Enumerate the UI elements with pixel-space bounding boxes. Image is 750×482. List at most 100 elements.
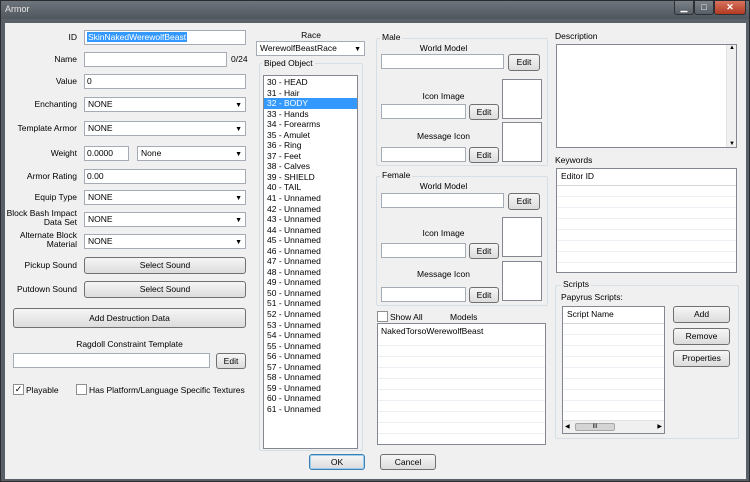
scroll-left-icon[interactable]: ◀	[565, 423, 570, 430]
biped-object-item[interactable]: 52 - Unnamed	[264, 309, 357, 320]
male-icon-image-field[interactable]	[381, 104, 466, 119]
equip-type-dropdown[interactable]: NONE ▼	[84, 190, 246, 205]
female-icon-image-edit-button[interactable]: Edit	[469, 243, 499, 259]
biped-object-item[interactable]: 41 - Unnamed	[264, 193, 357, 204]
ragdoll-edit-button[interactable]: Edit	[216, 353, 246, 369]
weight-type-dropdown[interactable]: None ▼	[137, 146, 246, 161]
biped-object-item[interactable]: 44 - Unnamed	[264, 225, 357, 236]
models-list-item[interactable]: NakedTorsoWerewolfBeast	[378, 324, 545, 338]
male-icon-image-edit-button[interactable]: Edit	[469, 104, 499, 120]
biped-object-item[interactable]: 51 - Unnamed	[264, 298, 357, 309]
minimize-button[interactable]: ▁	[674, 1, 694, 15]
enchanting-label: Enchanting	[34, 99, 77, 109]
keywords-column-header[interactable]: Editor ID	[557, 169, 736, 186]
equip-type-label: Equip Type	[34, 192, 77, 202]
biped-object-item[interactable]: 34 - Forearms	[264, 119, 357, 130]
script-properties-button[interactable]: Properties	[673, 350, 730, 367]
dropdown-arrow-icon: ▼	[235, 151, 242, 158]
biped-object-item[interactable]: 38 - Calves	[264, 161, 357, 172]
biped-object-item[interactable]: 39 - SHIELD	[264, 172, 357, 183]
biped-object-item[interactable]: 31 - Hair	[264, 88, 357, 99]
biped-object-item[interactable]: 60 - Unnamed	[264, 393, 357, 404]
enchanting-dropdown[interactable]: NONE ▼	[84, 97, 246, 112]
race-dropdown[interactable]: WerewolfBeastRace ▼	[256, 41, 365, 56]
biped-object-item[interactable]: 32 - BODY	[264, 98, 357, 109]
add-destruction-data-button[interactable]: Add Destruction Data	[13, 308, 246, 328]
biped-object-item[interactable]: 40 - TAIL	[264, 182, 357, 193]
models-list[interactable]: NakedTorsoWerewolfBeast	[377, 323, 546, 445]
script-name-column-header[interactable]: Script Name	[563, 307, 664, 324]
female-message-icon-field[interactable]	[381, 287, 466, 302]
biped-object-list[interactable]: 30 - HEAD 31 - Hair 32 - BODY 33 - Hands 34 …	[263, 75, 358, 449]
biped-object-item[interactable]: 50 - Unnamed	[264, 288, 357, 299]
platform-textures-checkbox[interactable]	[76, 384, 87, 395]
male-group-title: Male	[380, 32, 403, 42]
biped-object-item[interactable]: 42 - Unnamed	[264, 204, 357, 215]
male-message-icon-edit-button[interactable]: Edit	[469, 147, 499, 163]
name-field[interactable]	[84, 52, 227, 67]
scroll-right-icon[interactable]: ▶	[657, 423, 662, 430]
male-world-model-label: World Model	[419, 43, 468, 53]
armor-rating-field[interactable]: 0.00	[84, 169, 246, 184]
putdown-sound-button[interactable]: Select Sound	[84, 281, 246, 298]
male-world-model-edit-button[interactable]: Edit	[508, 54, 540, 71]
scroll-thumb[interactable]: III	[575, 423, 615, 431]
cancel-button[interactable]: Cancel	[380, 454, 436, 470]
biped-object-item[interactable]: 55 - Unnamed	[264, 341, 357, 352]
description-label: Description	[555, 31, 598, 41]
template-armor-dropdown[interactable]: NONE ▼	[84, 121, 246, 136]
pickup-sound-button[interactable]: Select Sound	[84, 257, 246, 274]
block-bash-label: Block Bash Impact Data Set	[6, 208, 77, 227]
biped-object-item[interactable]: 36 - Ring	[264, 140, 357, 151]
biped-object-item[interactable]: 49 - Unnamed	[264, 277, 357, 288]
female-world-model-label: World Model	[419, 181, 468, 191]
male-message-icon-field[interactable]	[381, 147, 466, 162]
biped-object-item[interactable]: 54 - Unnamed	[264, 330, 357, 341]
name-label: Name	[54, 54, 77, 64]
female-icon-image-field[interactable]	[381, 243, 466, 258]
block-bash-dropdown[interactable]: NONE ▼	[84, 212, 246, 227]
scroll-down-icon[interactable]: ▼	[729, 141, 735, 147]
biped-object-item[interactable]: 43 - Unnamed	[264, 214, 357, 225]
biped-object-item[interactable]: 46 - Unnamed	[264, 246, 357, 257]
biped-object-item[interactable]: 37 - Feet	[264, 151, 357, 162]
ok-button[interactable]: OK	[309, 454, 365, 470]
scroll-up-icon[interactable]: ▲	[729, 45, 735, 51]
alternate-block-dropdown[interactable]: NONE ▼	[84, 234, 246, 249]
biped-object-item[interactable]: 57 - Unnamed	[264, 362, 357, 373]
biped-object-item[interactable]: 47 - Unnamed	[264, 256, 357, 267]
biped-object-item[interactable]: 45 - Unnamed	[264, 235, 357, 246]
description-scrollbar[interactable]: ▲ ▼	[726, 45, 736, 147]
horizontal-scrollbar[interactable]: ◀ III ▶	[563, 420, 664, 433]
maximize-button[interactable]: □	[694, 1, 714, 15]
biped-object-item[interactable]: 59 - Unnamed	[264, 383, 357, 394]
value-field[interactable]: 0	[84, 74, 246, 89]
playable-checkbox[interactable]: ✓	[13, 384, 24, 395]
biped-object-item[interactable]: 30 - HEAD	[264, 77, 357, 88]
biped-object-item[interactable]: 58 - Unnamed	[264, 372, 357, 383]
dialog-client: ID SkinNakedWerewolfBeast Name 0/24 Valu…	[5, 23, 746, 479]
weight-field[interactable]: 0.0000	[84, 146, 129, 161]
biped-object-item[interactable]: 33 - Hands	[264, 109, 357, 120]
add-script-button[interactable]: Add	[673, 306, 730, 323]
female-world-model-edit-button[interactable]: Edit	[508, 193, 540, 210]
papyrus-scripts-list[interactable]: Script Name ◀ III ▶	[562, 306, 665, 434]
biped-object-item[interactable]: 48 - Unnamed	[264, 267, 357, 278]
female-message-icon-edit-button[interactable]: Edit	[469, 287, 499, 303]
biped-object-item[interactable]: 56 - Unnamed	[264, 351, 357, 362]
keywords-list[interactable]: Editor ID	[556, 168, 737, 273]
close-button[interactable]: ✕	[714, 1, 746, 15]
ragdoll-label: Ragdoll Constraint Template	[76, 339, 183, 349]
dropdown-arrow-icon: ▼	[235, 239, 242, 246]
ragdoll-field[interactable]	[13, 353, 210, 368]
biped-object-item[interactable]: 61 - Unnamed	[264, 404, 357, 415]
remove-script-button[interactable]: Remove	[673, 328, 730, 345]
biped-object-item[interactable]: 35 - Amulet	[264, 130, 357, 141]
description-textarea[interactable]: ▲ ▼	[556, 44, 737, 148]
show-all-checkbox[interactable]	[377, 311, 388, 322]
female-world-model-field[interactable]	[381, 193, 504, 208]
id-field[interactable]: SkinNakedWerewolfBeast	[84, 30, 246, 45]
biped-object-item[interactable]: 53 - Unnamed	[264, 320, 357, 331]
male-world-model-field[interactable]	[381, 54, 504, 69]
id-label: ID	[68, 32, 78, 42]
